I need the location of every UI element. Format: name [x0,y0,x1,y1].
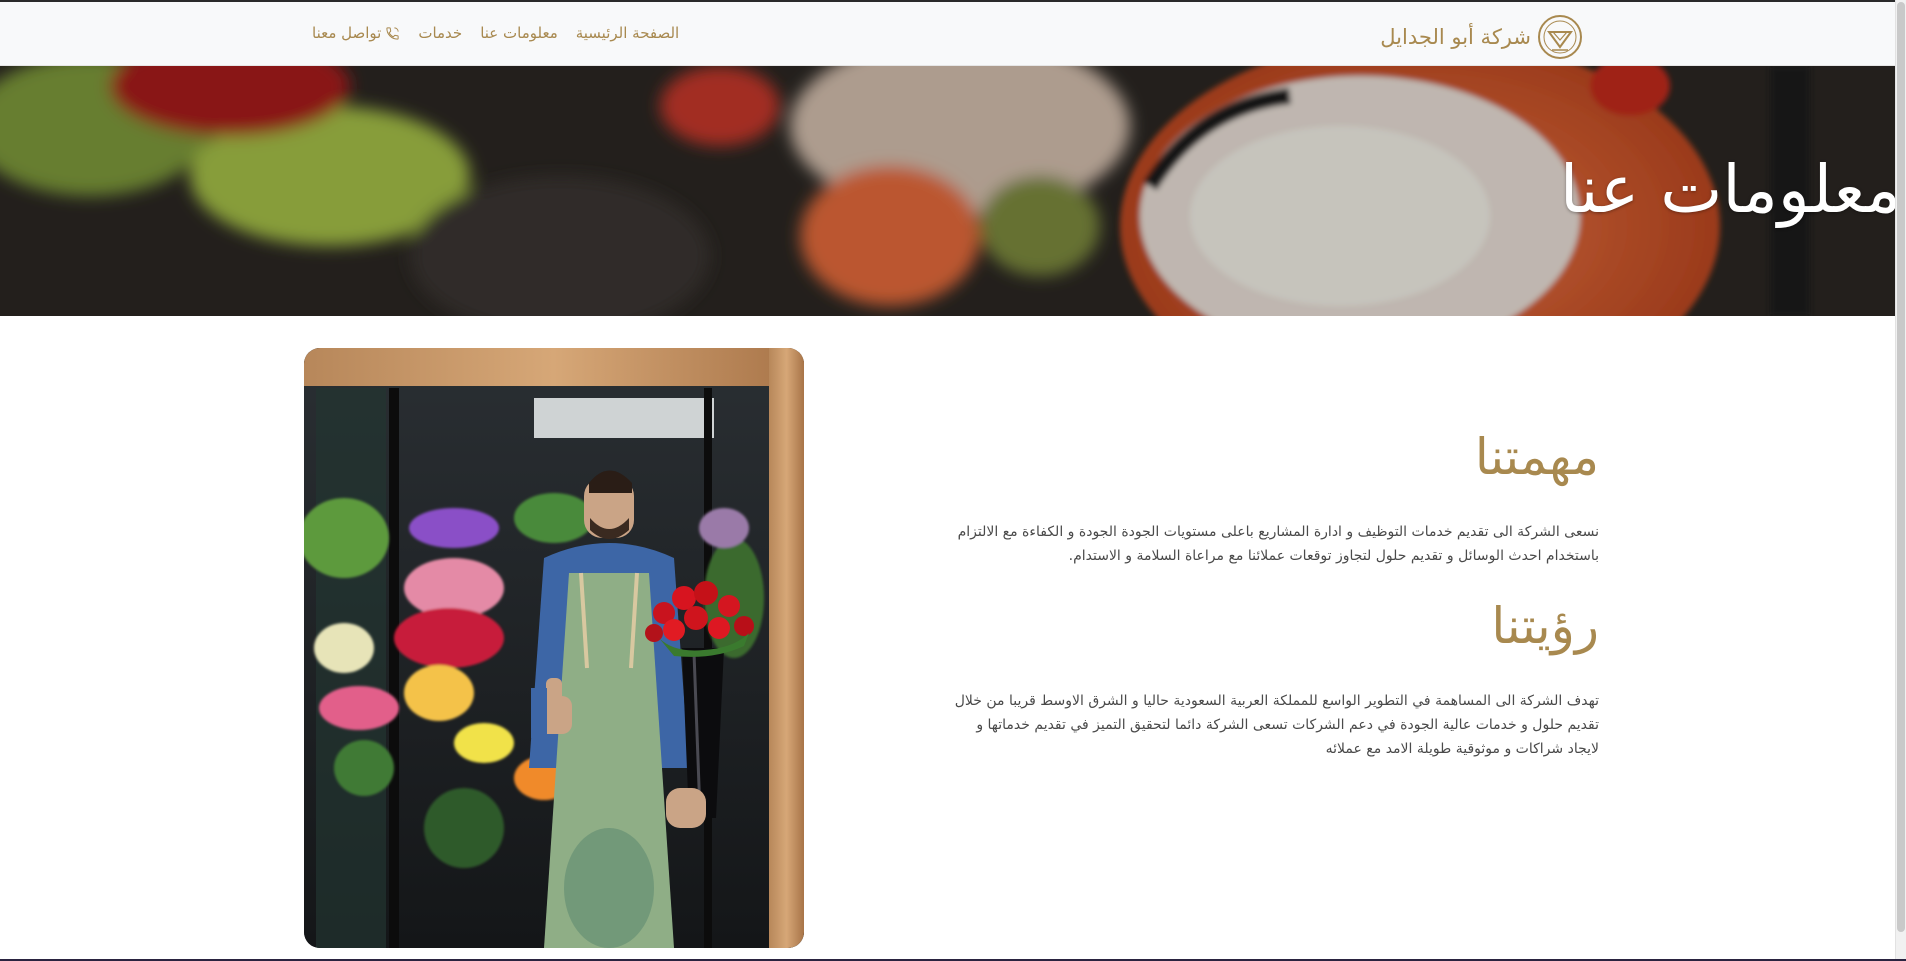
nav-services[interactable]: خدمات [418,24,462,42]
brand-logo-icon [1538,15,1582,59]
vision-text: تهدف الشركة الى المساهمة في التطوير الوا… [954,693,1599,757]
navbar: شركة أبو الجدايل الصفحة الرئيسية معلومات… [0,2,1906,66]
hero-banner: معلومات عنا [0,66,1906,316]
page-scrollbar[interactable] [1895,0,1906,961]
florist-image [304,348,804,948]
nav-menu: الصفحة الرئيسية معلومات عنا خدمات تواصل … [312,24,679,42]
mission-heading: مهمتنا [1474,428,1599,486]
florist-photo [304,348,804,948]
phone-icon [386,26,399,40]
mission-text: نسعى الشركة الى تقديم خدمات التوظيف و اد… [957,524,1599,564]
nav-home[interactable]: الصفحة الرئيسية [576,24,680,42]
nav-contact[interactable]: تواصل معنا [312,24,400,42]
brand-link[interactable]: شركة أبو الجدايل [1380,14,1583,60]
brand-name: شركة أبو الجدايل [1380,25,1531,49]
nav-contact-label: تواصل معنا [312,24,382,42]
scrollbar-thumb[interactable] [1897,2,1905,932]
vision-heading: رؤيتنا [1491,597,1599,655]
nav-about[interactable]: معلومات عنا [480,24,558,42]
hero-title: معلومات عنا [1559,151,1901,228]
